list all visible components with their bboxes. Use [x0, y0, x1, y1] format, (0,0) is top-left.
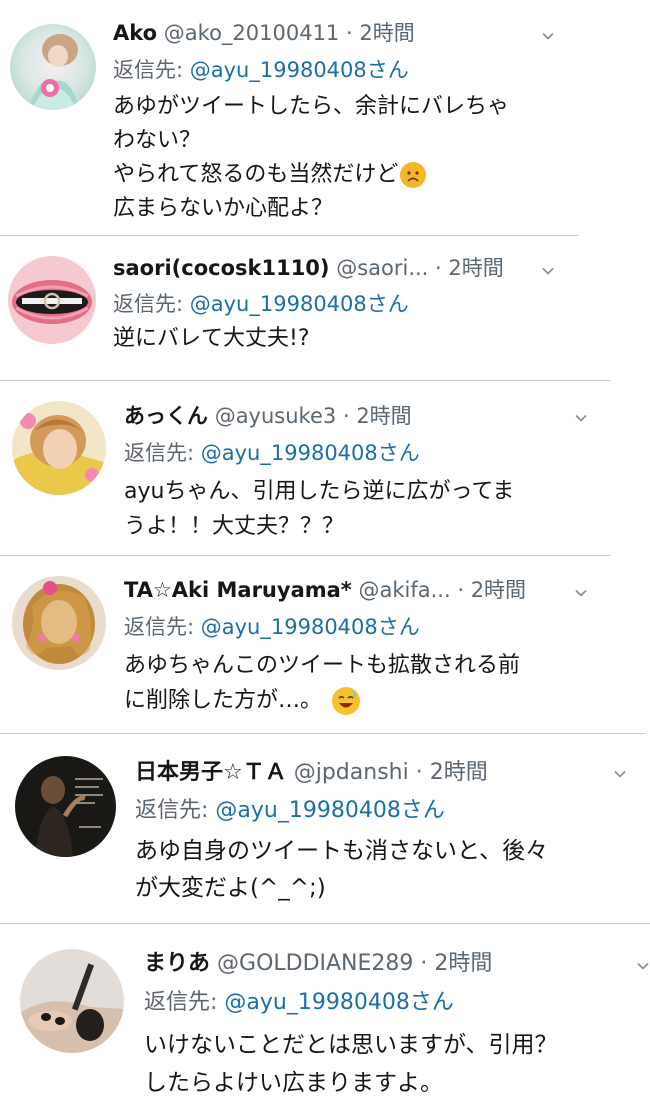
- tweet-item[interactable]: 日本男子☆ＴＡ @jpdanshi · 2時間 返信先: @ayu_199804…: [0, 734, 650, 922]
- mention-link[interactable]: @ayu_19980408さん: [215, 798, 444, 823]
- chevron-down-icon[interactable]: [637, 960, 649, 972]
- text-line: に削除した方が…。: [124, 683, 520, 718]
- text-line: あゆ自身のツイートも消さないと、後々: [135, 838, 549, 864]
- mention-link[interactable]: @ayu_19980408さん: [201, 441, 420, 465]
- author-handle[interactable]: @akifa...: [358, 578, 450, 602]
- chevron-down-icon[interactable]: [542, 265, 554, 277]
- mention-link[interactable]: @ayu_19980408さん: [201, 615, 420, 639]
- author-handle[interactable]: @jpdanshi: [294, 760, 409, 785]
- text-line: ayuちゃん、引用したら逆に広がってま: [124, 479, 515, 504]
- tweet-item[interactable]: あっくん @ayusuke3 · 2時間 返信先: @ayu_19980408さ…: [0, 381, 612, 553]
- text-line: やられて怒るのも当然だけど: [113, 158, 509, 192]
- text-line: 逆にバレて大丈夫!?: [113, 326, 310, 351]
- text-line: うよ！！大丈夫？？？: [124, 514, 345, 539]
- tweet-text: 逆にバレて大丈夫!?: [113, 322, 310, 356]
- author-handle[interactable]: @GOLDDIANE289: [217, 951, 413, 976]
- reply-prefix: 返信先:: [144, 990, 218, 1015]
- avatar[interactable]: [12, 401, 106, 495]
- avatar-image: [8, 256, 96, 344]
- mention-link[interactable]: @ayu_19980408さん: [190, 58, 409, 82]
- reply-prefix: 返信先:: [124, 615, 195, 639]
- timestamp[interactable]: 2時間: [434, 951, 492, 976]
- author-name[interactable]: Ako: [113, 21, 157, 45]
- timestamp[interactable]: 2時間: [448, 256, 503, 280]
- reply-prefix: 返信先:: [124, 441, 195, 465]
- frowning-face-emoji-icon: [400, 162, 427, 188]
- text-line: が大変だよ(^_^;): [135, 875, 326, 901]
- tweet-text: あゆがツイートしたら、余計にバレちゃ わない？ やられて怒るのも当然だけど 広ま…: [113, 90, 509, 226]
- author-handle[interactable]: @saori...: [336, 256, 428, 280]
- tweet-text: ayuちゃん、引用したら逆に広がってま うよ！！大丈夫？？？: [124, 474, 514, 544]
- reply-to-line: 返信先: @ayu_19980408さん: [144, 992, 454, 1014]
- reply-prefix: 返信先:: [135, 798, 209, 823]
- reply-prefix: 返信先:: [113, 58, 184, 82]
- avatar-image: [20, 949, 124, 1053]
- chevron-down-icon[interactable]: [575, 412, 587, 424]
- text-line: いけないことだとは思いますが、引用？: [144, 1032, 558, 1058]
- author-name[interactable]: TA☆Aki Maruyama*: [124, 578, 352, 602]
- tweet-item[interactable]: TA☆Aki Maruyama* @akifa... · 2時間 返信先: @a…: [0, 556, 612, 731]
- avatar[interactable]: [10, 24, 96, 110]
- reply-to-line: 返信先: @ayu_19980408さん: [113, 294, 409, 315]
- avatar-image: [12, 401, 106, 495]
- author-handle[interactable]: @ayusuke3: [215, 404, 337, 428]
- author-name[interactable]: 日本男子☆ＴＡ: [135, 760, 287, 785]
- author-name[interactable]: saori(cocosk￼1110): [113, 256, 330, 280]
- avatar[interactable]: [8, 256, 96, 344]
- timestamp[interactable]: 2時間: [430, 760, 488, 785]
- text-line: あゆちゃんこのツイートも拡散される前: [124, 653, 521, 678]
- author-name[interactable]: あっくん: [124, 404, 208, 428]
- separator-dot: ·: [457, 578, 464, 602]
- tweet-item[interactable]: saori(cocosk￼1110) @saori... · 2時間 返信先: …: [0, 236, 580, 379]
- chevron-down-icon[interactable]: [614, 768, 626, 780]
- text-line: 広まらないか心配よ？: [113, 196, 334, 221]
- text-line: わない？: [113, 128, 202, 153]
- reply-to-line: 返信先: @ayu_19980408さん: [113, 60, 409, 81]
- tweet-text: あゆちゃんこのツイートも拡散される前 に削除した方が…。: [124, 648, 520, 718]
- author-handle[interactable]: @ako_20100411: [164, 21, 340, 45]
- avatar[interactable]: [12, 576, 106, 670]
- separator-dot: ·: [342, 404, 350, 428]
- avatar-image: [10, 24, 96, 110]
- tweet-item[interactable]: Ako @ako_20100411 · 2時間 返信先: @ayu_199804…: [0, 0, 580, 234]
- tweet-item[interactable]: まりあ @GOLDDIANE289 · 2時間 返信先: @ayu_199804…: [0, 924, 650, 1099]
- separator-dot: ·: [420, 951, 428, 976]
- grinning-sweat-emoji-icon: [332, 687, 361, 715]
- reply-to-line: 返信先: @ayu_19980408さん: [124, 617, 420, 638]
- reply-to-line: 返信先: @ayu_19980408さん: [124, 443, 420, 464]
- author-name[interactable]: まりあ: [144, 951, 210, 976]
- avatar[interactable]: [15, 756, 116, 857]
- separator-dot: ·: [435, 256, 442, 280]
- avatar-image: [12, 576, 106, 670]
- mention-link[interactable]: @ayu_19980408さん: [224, 990, 453, 1015]
- separator-dot: ·: [415, 760, 423, 785]
- text-line: あゆがツイートしたら、余計にバレちゃ: [113, 94, 510, 119]
- chevron-down-icon[interactable]: [542, 30, 554, 42]
- avatar[interactable]: [20, 949, 124, 1053]
- separator-dot: ·: [346, 21, 353, 45]
- timestamp[interactable]: 2時間: [359, 21, 414, 45]
- chevron-down-icon[interactable]: [575, 587, 587, 599]
- timestamp[interactable]: 2時間: [471, 578, 526, 602]
- mention-link[interactable]: @ayu_19980408さん: [190, 292, 409, 316]
- avatar-image: [15, 756, 116, 857]
- timestamp[interactable]: 2時間: [356, 404, 411, 428]
- reply-to-line: 返信先: @ayu_19980408さん: [135, 800, 445, 822]
- text-line: したらよけい広まりますよ。: [144, 1070, 443, 1096]
- reply-prefix: 返信先:: [113, 292, 184, 316]
- tweet-text: あゆ自身のツイートも消さないと、後々 が大変だよ(^_^;): [135, 833, 548, 907]
- tweet-text: いけないことだとは思いますが、引用？ したらよけい広まりますよ。: [144, 1026, 558, 1102]
